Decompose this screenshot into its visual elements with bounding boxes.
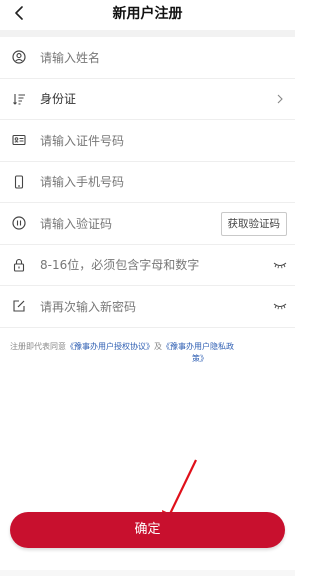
- id-number-input[interactable]: 请输入证件号码: [40, 132, 124, 149]
- get-code-button[interactable]: 获取验证码: [220, 212, 287, 236]
- id-type-select[interactable]: 身份证: [40, 90, 76, 107]
- id-number-row[interactable]: 请输入证件号码: [0, 120, 295, 162]
- page-title: 新用户注册: [112, 6, 183, 22]
- user-authorization-agreement-link[interactable]: 《豫事办用户授权协议》: [66, 342, 154, 351]
- phone-icon: [12, 175, 26, 189]
- id-card-icon: [12, 133, 26, 147]
- code-icon: [12, 216, 26, 230]
- name-row[interactable]: 请输入姓名: [0, 37, 295, 79]
- eye-closed-icon[interactable]: [273, 261, 287, 269]
- agreement-and: 及: [154, 342, 162, 351]
- agreement-text: 注册即代表同意《豫事办用户授权协议》及《豫事办用户隐私政 策》: [10, 341, 285, 365]
- password-input[interactable]: 8-16位，必须包含字母和数字: [40, 256, 199, 273]
- privacy-policy-link[interactable]: 《豫事办用户隐私政: [162, 342, 234, 351]
- lock-icon: [12, 258, 26, 272]
- phone-row[interactable]: 请输入手机号码: [0, 162, 295, 203]
- confirm-button[interactable]: 确定: [10, 512, 285, 548]
- name-input[interactable]: 请输入姓名: [40, 49, 100, 66]
- phone-input[interactable]: 请输入手机号码: [40, 173, 124, 190]
- code-row[interactable]: 请输入验证码 获取验证码: [0, 203, 295, 245]
- user-icon: [12, 50, 26, 64]
- code-input[interactable]: 请输入验证码: [40, 215, 112, 232]
- agreement-prefix: 注册即代表同意: [10, 342, 66, 351]
- password-confirm-input[interactable]: 请再次输入新密码: [40, 298, 136, 315]
- header-divider: [0, 30, 295, 37]
- privacy-policy-link-continued[interactable]: 策》: [10, 353, 285, 365]
- id-type-row[interactable]: 身份证: [0, 79, 295, 120]
- registration-form: 请输入姓名 身份证 请输入证件号码 请输入手机号码 请输入验证码 获取验证码 8…: [0, 37, 295, 328]
- sort-icon: [12, 92, 26, 106]
- chevron-right-icon: [277, 94, 283, 104]
- eye-closed-icon[interactable]: [273, 302, 287, 310]
- bottom-bar: [0, 570, 295, 576]
- password-confirm-row[interactable]: 请再次输入新密码: [0, 286, 295, 328]
- edit-icon: [12, 299, 26, 313]
- password-row[interactable]: 8-16位，必须包含字母和数字: [0, 245, 295, 286]
- top-bar: 新用户注册: [0, 0, 295, 28]
